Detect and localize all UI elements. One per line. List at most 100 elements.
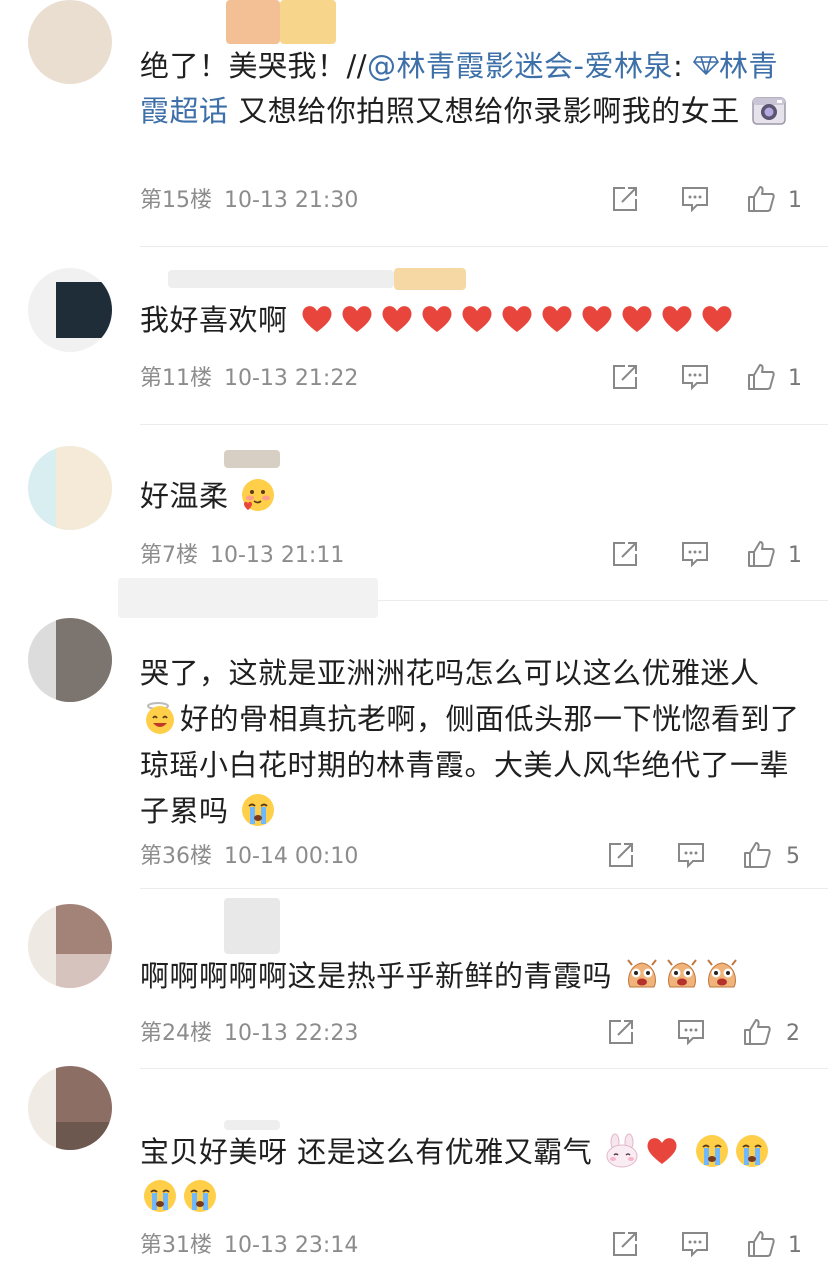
- reply-button[interactable]: [680, 362, 714, 396]
- comment-time: 10-13 21:11: [210, 543, 345, 568]
- like-count: 1: [788, 543, 802, 568]
- divider: [140, 1068, 828, 1069]
- comment-text: 宝贝好美呀 还是这么有优雅又霸气: [140, 1130, 800, 1220]
- floor-number: 第24楼: [140, 1021, 212, 1046]
- comment-time: 10-14 00:10: [224, 844, 359, 869]
- username-redacted[interactable]: [224, 450, 280, 468]
- share-icon: [613, 365, 637, 389]
- heart-emoji: [299, 301, 335, 337]
- crying-emoji: [734, 1133, 770, 1169]
- heart-emoji: [644, 1133, 680, 1169]
- comment-text: 啊啊啊啊啊这是热乎乎新鲜的青霞吗: [140, 954, 800, 999]
- username-redacted[interactable]: [224, 898, 280, 954]
- doge-emoji-row: [622, 959, 742, 993]
- thumbs-up-icon: [744, 842, 771, 868]
- reply-button[interactable]: [680, 539, 714, 573]
- heart-emoji: [419, 301, 455, 337]
- avatar[interactable]: [28, 446, 112, 530]
- heart-emoji: [659, 301, 695, 337]
- comment-icon: [682, 365, 708, 391]
- like-button[interactable]: [746, 1229, 780, 1263]
- thumbs-up-icon: [744, 1019, 771, 1045]
- like-count: 1: [788, 1233, 802, 1258]
- thumbs-up-icon: [748, 186, 775, 212]
- angel-smile-emoji: [142, 700, 178, 736]
- user-badge: [394, 268, 466, 290]
- floor-number: 第7楼: [140, 543, 198, 568]
- like-count: 1: [788, 188, 802, 213]
- doge-excited-emoji: [664, 957, 700, 993]
- reply-button[interactable]: [676, 840, 710, 874]
- avatar[interactable]: [28, 904, 112, 988]
- username-redacted[interactable]: [118, 578, 378, 618]
- crying-emoji: [240, 792, 276, 828]
- floor-number: 第36楼: [140, 844, 212, 869]
- avatar[interactable]: [28, 1066, 112, 1150]
- comment-time: 10-13 23:14: [224, 1233, 359, 1258]
- doge-excited-emoji: [704, 957, 740, 993]
- like-button[interactable]: [746, 362, 780, 396]
- like-button[interactable]: [742, 840, 776, 874]
- heart-emoji: [539, 301, 575, 337]
- share-button[interactable]: [610, 362, 644, 396]
- heart-emoji: [459, 301, 495, 337]
- like-button[interactable]: [746, 184, 780, 218]
- bunny-emoji: [604, 1133, 640, 1169]
- comment-meta: 第24楼 10-13 22:23: [140, 1019, 370, 1049]
- username-redacted[interactable]: [280, 0, 336, 44]
- comment-icon: [682, 187, 708, 213]
- reply-button[interactable]: [676, 1017, 710, 1051]
- share-icon: [613, 542, 637, 566]
- blush-heart-emoji: [240, 477, 276, 513]
- diamond-icon: [693, 56, 720, 76]
- avatar[interactable]: [28, 618, 112, 702]
- divider: [140, 246, 828, 247]
- like-count: 1: [788, 366, 802, 391]
- doge-excited-emoji: [624, 957, 660, 993]
- comment-meta: 第15楼 10-13 21:30: [140, 186, 370, 216]
- share-button[interactable]: [606, 1017, 640, 1051]
- comment-text: 好温柔: [140, 474, 800, 519]
- comment-text: 哭了，这就是亚洲洲花吗怎么可以这么优雅迷人 好的骨相真抗老啊，侧面低头那一下恍惚…: [140, 656, 800, 828]
- share-button[interactable]: [610, 1229, 644, 1263]
- comment-time: 10-13 21:30: [224, 188, 359, 213]
- like-count: 2: [786, 1021, 800, 1046]
- username-redacted[interactable]: [226, 0, 280, 44]
- comment-icon: [678, 843, 704, 869]
- avatar[interactable]: [28, 0, 112, 84]
- share-button[interactable]: [606, 840, 640, 874]
- floor-number: 第11楼: [140, 366, 212, 391]
- share-button[interactable]: [610, 539, 644, 573]
- comment-meta: 第11楼 10-13 21:22: [140, 364, 370, 394]
- thumbs-up-icon: [748, 1231, 775, 1257]
- like-count: 5: [786, 844, 800, 869]
- heart-emoji: [699, 301, 735, 337]
- heart-emoji: [379, 301, 415, 337]
- reply-button[interactable]: [680, 1229, 714, 1263]
- mention-link[interactable]: @林青霞影迷会-爱林泉: [367, 49, 673, 83]
- comment-text: 绝了！美哭我！//@林青霞影迷会-爱林泉: 林青霞超话 又想给你拍照又想给你录影…: [140, 44, 800, 134]
- avatar[interactable]: [28, 268, 112, 352]
- comment-time: 10-13 22:23: [224, 1021, 359, 1046]
- divider: [140, 888, 828, 889]
- heart-emoji: [499, 301, 535, 337]
- share-icon: [609, 843, 633, 867]
- crying-emoji: [694, 1133, 730, 1169]
- like-button[interactable]: [746, 539, 780, 573]
- share-button[interactable]: [610, 184, 644, 218]
- reply-button[interactable]: [680, 184, 714, 218]
- heart-emoji: [619, 301, 655, 337]
- crying-emoji: [142, 1178, 178, 1214]
- comment-meta: 第36楼 10-14 00:10: [140, 842, 370, 872]
- username-redacted[interactable]: [168, 270, 394, 288]
- share-icon: [609, 1020, 633, 1044]
- like-button[interactable]: [742, 1017, 776, 1051]
- share-icon: [613, 187, 637, 211]
- comment-icon: [682, 1232, 708, 1258]
- heart-emoji: [579, 301, 615, 337]
- username-redacted[interactable]: [224, 1120, 280, 1130]
- heart-emoji-row: [297, 303, 737, 337]
- floor-number: 第31楼: [140, 1233, 212, 1258]
- crying-emoji: [182, 1178, 218, 1214]
- camera-emoji: [751, 92, 787, 128]
